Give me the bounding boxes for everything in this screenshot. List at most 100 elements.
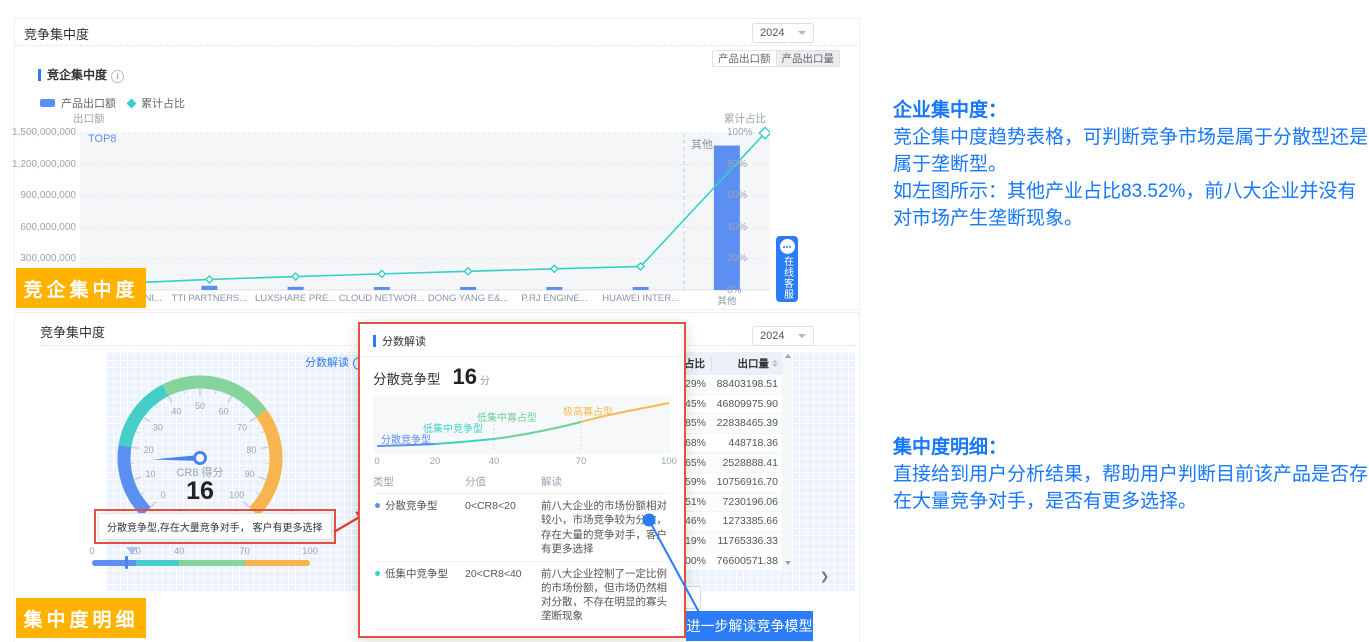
svg-text:60: 60 bbox=[219, 407, 229, 417]
annotation-title: 集中度明细： bbox=[893, 434, 1369, 461]
popup-table: 类型 分值 解读 分散竞争型0<CR8<20前八大企业的市场份额相对较小，市场竞… bbox=[373, 471, 671, 638]
score-curve-chart: 分散竞争型低集中竞争型低集中寡占型极高寡占型 bbox=[373, 396, 671, 454]
svg-text:70: 70 bbox=[237, 422, 247, 432]
year-select-top[interactable]: 2024 bbox=[752, 23, 814, 43]
annotation-line: 直接给到用户分析结果，帮助用户判断目前该产品是否存在大量竞争对手，是否有更多选择… bbox=[893, 461, 1369, 515]
annotation-enterprise-concentration: 企业集中度： 竞企集中度趋势表格，可判断竞争市场是属于分散型还是属于垄断型。 如… bbox=[893, 97, 1369, 232]
linear-gauge-tick: 70 bbox=[239, 546, 250, 557]
linear-gauge-tick: 40 bbox=[174, 546, 185, 557]
badge-competitor-concentration: 竞企集中度 bbox=[16, 268, 146, 308]
callout-connector bbox=[638, 508, 718, 628]
x-axis-label: P.RJ ENGINE... bbox=[511, 293, 597, 307]
x-axis-label: DONG YANG E&... bbox=[425, 293, 511, 307]
x-axis-label: CLOUD NETWOR... bbox=[339, 293, 425, 307]
scroll-up-icon[interactable] bbox=[785, 354, 791, 358]
svg-text:50: 50 bbox=[195, 401, 205, 411]
linear-gauge-tick: 100 bbox=[302, 546, 318, 557]
other-region-label: 其他 bbox=[691, 136, 713, 152]
linear-score-gauge: 0204070100 bbox=[92, 546, 310, 574]
popup-header: 分数解读 bbox=[360, 333, 684, 357]
popup-title: 分数解读 bbox=[382, 333, 426, 349]
chevron-down-icon bbox=[798, 31, 806, 35]
sort-icon[interactable] bbox=[772, 360, 778, 367]
popup-score-value: 16 bbox=[453, 364, 477, 390]
popup-score-type: 分散竞争型 bbox=[373, 368, 441, 388]
chevron-down-icon bbox=[798, 334, 806, 338]
svg-text:30: 30 bbox=[153, 422, 163, 432]
customer-service-label: 在线客服 bbox=[780, 256, 795, 300]
popup-table-header: 类型 分值 解读 bbox=[373, 471, 671, 493]
popup-table-row: 低集中寡占型40<CR8<70前八大企业控制了相当比例的市场份额，市场集中度较高 bbox=[373, 629, 671, 638]
top8-region-label: TOP8 bbox=[88, 133, 117, 145]
combo-chart bbox=[80, 120, 770, 295]
x-axis-label: TTI PARTNERS... bbox=[166, 293, 252, 307]
year-select-top-value: 2024 bbox=[760, 27, 784, 39]
svg-text:40: 40 bbox=[171, 407, 181, 417]
export-amount-button[interactable]: 产品出口额 bbox=[712, 50, 777, 67]
info-icon[interactable] bbox=[111, 70, 124, 83]
section-accent-bar bbox=[38, 69, 41, 81]
popup-score-unit: 分 bbox=[480, 372, 490, 387]
curve-x-tick: 100 bbox=[661, 456, 677, 467]
popup-table-body: 分散竞争型0<CR8<20前八大企业的市场份额相对较小，市场竞争较为分散，存在大… bbox=[373, 493, 671, 638]
annotation-title: 企业集中度： bbox=[893, 97, 1369, 124]
curve-x-tick: 20 bbox=[430, 456, 441, 467]
legend-line-label: 累计占比 bbox=[141, 95, 185, 111]
curve-zone-label: 极高寡占型 bbox=[563, 403, 613, 418]
score-explain-link[interactable]: 分数解读 bbox=[305, 354, 366, 370]
type-bullet-icon bbox=[375, 503, 380, 508]
popup-col-type: 类型 bbox=[373, 475, 465, 489]
popup-accent-bar bbox=[373, 335, 376, 347]
year-select-bottom[interactable]: 2024 bbox=[752, 326, 814, 346]
table-scrollbar[interactable] bbox=[783, 352, 792, 567]
section-header: 竞企集中度 bbox=[38, 66, 124, 83]
badge-concentration-detail: 集中度明细 bbox=[16, 598, 146, 638]
score-explain-label: 分数解读 bbox=[305, 357, 349, 369]
popup-table-row: 低集中竞争型20<CR8<40前八大企业控制了一定比例的市场份额，但市场仍然相对… bbox=[373, 561, 671, 629]
linear-gauge-tick: 0 bbox=[89, 546, 94, 557]
popup-col-range: 分值 bbox=[465, 475, 541, 489]
customer-service-widget[interactable]: 在线客服 bbox=[776, 236, 798, 302]
score-note-text: 分散竞争型,存在大量竞争对手， 客户有更多选择 bbox=[98, 513, 332, 540]
bottom-panel-title: 竞争集中度 bbox=[40, 322, 105, 341]
x-axis-label: LUXSHARE PRE... bbox=[253, 293, 339, 307]
diamond-swatch-icon bbox=[127, 98, 137, 108]
x-axis-label: 其他 bbox=[684, 293, 770, 307]
bar-swatch-icon bbox=[40, 99, 55, 107]
curve-x-tick: 70 bbox=[576, 456, 587, 467]
popup-col-desc: 解读 bbox=[541, 475, 671, 489]
x-axis-label: HUAWEI INTER... bbox=[598, 293, 684, 307]
curve-x-ticks: 0204070100 bbox=[373, 454, 671, 469]
legend-line-series[interactable]: 累计占比 bbox=[128, 95, 185, 111]
popup-table-row: 分散竞争型0<CR8<20前八大企业的市场份额相对较小，市场竞争较为分散，存在大… bbox=[373, 493, 671, 561]
x-axis-labels: LG ELECTRONI...TTI PARTNERS...LUXSHARE P… bbox=[80, 293, 770, 307]
svg-text:80: 80 bbox=[246, 445, 256, 455]
section-title: 竞企集中度 bbox=[47, 68, 107, 82]
divider bbox=[15, 45, 857, 46]
curve-zone-label: 低集中寡占型 bbox=[477, 409, 537, 424]
scroll-down-icon[interactable] bbox=[785, 561, 791, 565]
page: 竞争集中度 2024 产品出口额 产品出口量 竞企集中度 产品出口额 累计占比 … bbox=[0, 0, 1369, 642]
popup-score-row: 分散竞争型 16 分 bbox=[373, 364, 671, 390]
curve-zone-label: 低集中竞争型 bbox=[423, 420, 483, 435]
top-panel-title: 竞争集中度 bbox=[24, 24, 89, 43]
annotation-line: 竞企集中度趋势表格，可判断竞争市场是属于分散型还是属于垄断型。 bbox=[893, 124, 1369, 178]
export-qty-button[interactable]: 产品出口量 bbox=[777, 50, 841, 67]
legend-bar-label: 产品出口额 bbox=[61, 95, 116, 111]
col-header-export-label: 出口量 bbox=[738, 356, 770, 371]
scroll-right-icon[interactable]: ❯ bbox=[820, 570, 829, 583]
metric-toggle: 产品出口额 产品出口量 bbox=[712, 50, 840, 67]
type-bullet-icon bbox=[375, 571, 380, 576]
tooltip-caret bbox=[126, 547, 138, 554]
annotation-concentration-detail: 集中度明细： 直接给到用户分析结果，帮助用户判断目前该产品是否存在大量竞争对手，… bbox=[893, 434, 1369, 515]
interpret-model-button[interactable]: 进一步解读竞争模型 bbox=[686, 611, 813, 641]
linear-gauge-marker[interactable] bbox=[125, 556, 128, 569]
curve-x-tick: 40 bbox=[489, 456, 500, 467]
annotation-line: 如左图所示：其他产业占比83.52%，前八大企业并没有对市场产生垄断现象。 bbox=[893, 178, 1369, 232]
svg-text:20: 20 bbox=[144, 445, 154, 455]
year-select-bottom-value: 2024 bbox=[760, 330, 784, 342]
col-header-export[interactable]: 出口量 bbox=[712, 356, 782, 371]
legend-bar-series[interactable]: 产品出口额 bbox=[40, 95, 116, 111]
gauge-value: 16 bbox=[145, 477, 255, 506]
score-note-annotation: 分散竞争型,存在大量竞争对手， 客户有更多选择 bbox=[94, 509, 336, 544]
